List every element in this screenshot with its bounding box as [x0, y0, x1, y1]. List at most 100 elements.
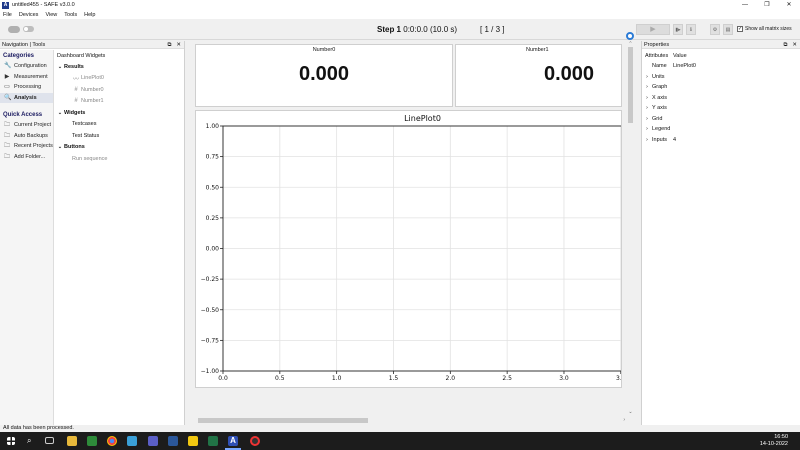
chrome-icon[interactable]	[107, 436, 117, 446]
chevron-down-icon[interactable]: ⌄	[56, 64, 64, 70]
float-panel-icon[interactable]: ⧉	[167, 42, 171, 48]
windows-start-icon[interactable]	[7, 437, 15, 445]
search-icon[interactable]: ⌕	[27, 436, 37, 446]
property-row-inputs[interactable]: › Inputs 4	[642, 135, 800, 146]
y-tick-label: 0.00	[206, 246, 220, 253]
chevron-down-icon[interactable]: ⌄	[56, 144, 64, 150]
checkbox-icon[interactable]: ✓	[737, 26, 743, 32]
tree-item-testcases[interactable]: Testcases	[56, 119, 184, 131]
lineplot0-widget[interactable]: LinePlot0 0.0 0.5 1.0 1.5 2.0 2.5 3.0 3.5 1.00 0.7…	[195, 110, 622, 388]
number0-value: 0.000	[298, 63, 350, 85]
tree-group-results[interactable]: ⌄ Results	[56, 61, 184, 73]
app-icon-green[interactable]	[87, 436, 97, 446]
chevron-right-icon[interactable]: ›	[642, 116, 652, 122]
property-row-x-axis[interactable]: › X axis	[642, 93, 800, 104]
horizontal-scrollbar[interactable]: ›	[195, 417, 627, 424]
property-row-name[interactable]: Name LinePlot0	[642, 61, 800, 72]
tree-item-test-status[interactable]: Test Status	[56, 130, 184, 142]
tree-item-number0[interactable]: # Number0	[56, 84, 184, 96]
status-bar: All data has been processed.	[0, 425, 800, 432]
property-row-legend[interactable]: › Legend	[642, 124, 800, 135]
category-configuration[interactable]: 🔧 Configuration	[0, 61, 53, 72]
close-button[interactable]: ✕	[778, 0, 800, 10]
step-label: Step 1	[377, 25, 402, 34]
power-bi-icon[interactable]	[188, 436, 198, 446]
property-row-grid[interactable]: › Grid	[642, 114, 800, 125]
quick-access-recent-projects[interactable]: 🗀 Recent Projects	[0, 141, 53, 152]
number1-widget[interactable]: Number1 0.000	[455, 44, 622, 107]
property-key: Name	[652, 63, 667, 70]
tree-group-buttons[interactable]: ⌄ Buttons	[56, 142, 184, 154]
category-analysis[interactable]: 🔍 Analysis	[0, 92, 53, 103]
float-panel-icon[interactable]: ⧉	[783, 42, 787, 48]
file-explorer-icon[interactable]	[67, 436, 77, 446]
layout-icon[interactable]: ▤	[723, 24, 733, 35]
scroll-right-icon[interactable]: ›	[623, 417, 625, 423]
show-all-matrix-sizes-checkbox[interactable]: ✓ Show all matrix sizes	[737, 26, 792, 32]
properties-panel: Properties ⧉ ✕ Attributes Value Name LineP…	[641, 41, 800, 425]
chevron-right-icon[interactable]: ›	[642, 95, 652, 101]
word-icon[interactable]	[168, 436, 178, 446]
chevron-right-icon[interactable]: ›	[642, 137, 652, 143]
y-tick-label: −0.75	[201, 337, 220, 344]
show-all-matrix-sizes-label: Show all matrix sizes	[745, 26, 792, 32]
step-forward-button[interactable]: ▮▸	[673, 24, 683, 35]
hash-icon: #	[74, 98, 78, 105]
excel-icon[interactable]	[208, 436, 218, 446]
safe-app-icon[interactable]: A	[228, 436, 238, 446]
category-measurement[interactable]: ▶ Measurement	[0, 72, 53, 83]
restore-button[interactable]: ❐	[756, 0, 778, 10]
menu-tools[interactable]: Tools	[64, 12, 77, 18]
app-icon-red[interactable]	[250, 436, 260, 446]
quick-access-auto-backups[interactable]: 🗀 Auto Backups	[0, 131, 53, 142]
chevron-right-icon[interactable]: ›	[642, 105, 652, 111]
number0-widget[interactable]: Number0 0.000	[195, 44, 453, 107]
menu-view[interactable]: View	[45, 12, 57, 18]
cloud-icon[interactable]	[8, 26, 20, 33]
vertical-scroll-thumb[interactable]	[628, 47, 633, 123]
property-key: Inputs	[652, 136, 667, 143]
quick-access-add-folder[interactable]: 🗀 Add Folder...	[0, 152, 53, 163]
quick-access-current-project[interactable]: 🗀 Current Project	[0, 120, 53, 131]
tree-item-number1[interactable]: # Number1	[56, 96, 184, 108]
minimize-button[interactable]: —	[734, 0, 756, 10]
tree-item-lineplot0[interactable]: 〰 LinePlot0	[56, 73, 184, 85]
folder-icon: 🗀	[4, 143, 11, 150]
property-row-y-axis[interactable]: › Y axis	[642, 103, 800, 114]
settings-icon[interactable]: ⚙	[710, 24, 720, 35]
properties-panel-title: Properties	[644, 42, 670, 48]
properties-panel-header: Properties ⧉ ✕	[642, 41, 800, 49]
task-view-icon[interactable]	[45, 437, 54, 444]
tree-item-run-sequence[interactable]: Run sequence	[56, 153, 184, 165]
menu-devices[interactable]: Devices	[19, 12, 39, 18]
chevron-right-icon[interactable]: ›	[642, 84, 652, 90]
chevron-right-icon[interactable]: ›	[642, 126, 652, 132]
close-panel-icon[interactable]: ✕	[176, 42, 181, 48]
taskbar-clock[interactable]: 16:50 14-10-2022	[760, 434, 788, 448]
tree-group-widgets[interactable]: ⌄ Widgets	[56, 107, 184, 119]
app-icon-blue[interactable]	[127, 436, 137, 446]
category-processing[interactable]: ▭ Processing	[0, 82, 53, 93]
clock-time: 16:50	[774, 434, 788, 440]
vertical-scrollbar[interactable]: ⌃ ⌄	[627, 41, 634, 425]
categories-title: Categories	[3, 53, 35, 59]
close-panel-icon[interactable]: ✕	[792, 42, 797, 48]
chevron-right-icon[interactable]: ›	[642, 74, 652, 80]
menu-file[interactable]: File	[3, 12, 12, 18]
teams-icon[interactable]	[148, 436, 158, 446]
property-row-graph[interactable]: › Graph	[642, 82, 800, 93]
menu-help[interactable]: Help	[84, 12, 95, 18]
property-value[interactable]: LinePlot0	[673, 63, 696, 69]
property-row-units[interactable]: › Units	[642, 72, 800, 83]
scroll-down-icon[interactable]: ⌄	[627, 409, 634, 415]
property-key: Units	[652, 73, 665, 80]
value-column-header: Value	[673, 53, 687, 59]
info-button[interactable]: ℹ	[686, 24, 696, 35]
x-tick-label: 3.0	[559, 375, 569, 382]
connection-toggle[interactable]	[23, 26, 34, 32]
property-value[interactable]: 4	[673, 137, 676, 143]
quick-access-label: Current Project	[14, 122, 51, 129]
chevron-down-icon[interactable]: ⌄	[56, 110, 64, 116]
horizontal-scroll-thumb[interactable]	[198, 418, 368, 423]
play-button[interactable]: ▶	[636, 24, 670, 35]
